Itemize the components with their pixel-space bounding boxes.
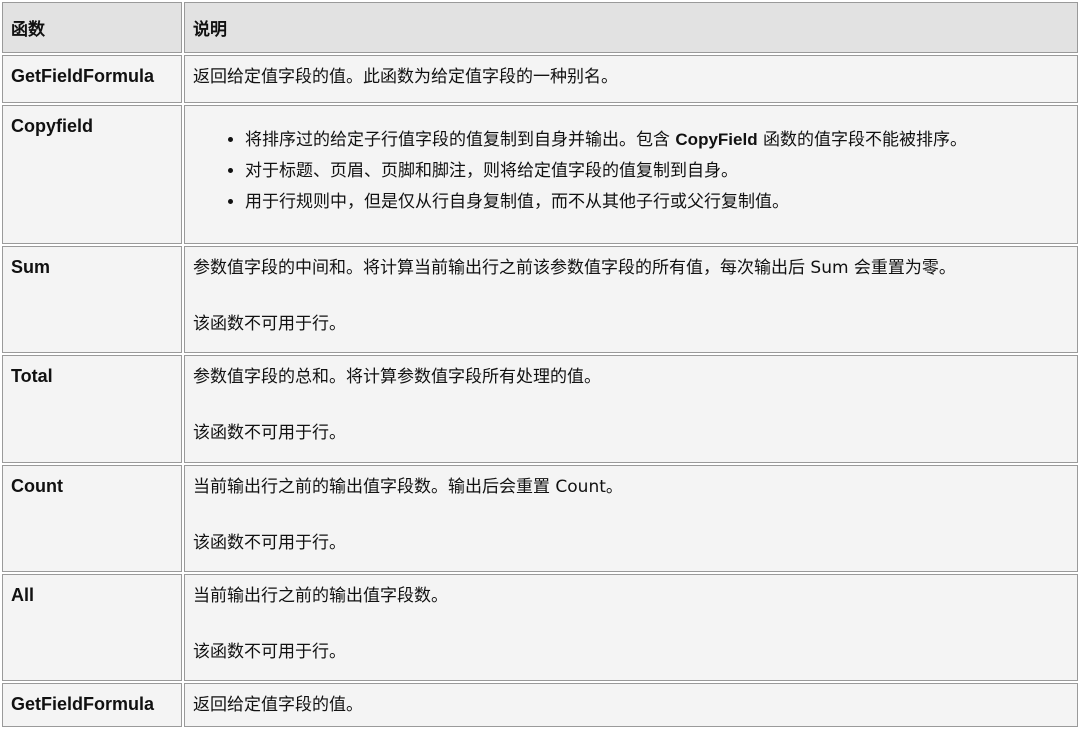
bullet-item: 将排序过的给定子行值字段的值复制到自身并输出。包含 CopyField 函数的值…	[245, 124, 1069, 156]
function-keyword: CopyField	[675, 130, 758, 150]
table-row: Sum 参数值字段的中间和。将计算当前输出行之前该参数值字段的所有值，每次输出后…	[2, 246, 1078, 354]
description-text: 当前输出行之前的输出值字段数。输出后会重置 Count。	[193, 476, 623, 497]
function-name: Count	[2, 464, 182, 572]
function-description: 返回给定值字段的值。此函数为给定值字段的一种别名。	[184, 55, 1078, 104]
function-name: GetFieldFormula	[2, 682, 182, 727]
function-description: 将排序过的给定子行值字段的值复制到自身并输出。包含 CopyField 函数的值…	[184, 105, 1078, 245]
function-description: 参数值字段的中间和。将计算当前输出行之前该参数值字段的所有值，每次输出后 Sum…	[184, 246, 1078, 354]
table-row: GetFieldFormula 返回给定值字段的值。此函数为给定值字段的一种别名…	[2, 55, 1078, 104]
function-description: 参数值字段的总和。将计算参数值字段所有处理的值。 该函数不可用于行。	[184, 355, 1078, 463]
table-header-row: 函数 说明	[2, 2, 1078, 54]
bullet-text: 函数的值字段不能被排序。	[757, 130, 967, 151]
table-row: Count 当前输出行之前的输出值字段数。输出后会重置 Count。 该函数不可…	[2, 464, 1078, 572]
bullet-item: 用于行规则中，但是仅从行自身复制值，而不从其他子行或父行复制值。	[245, 187, 1069, 218]
function-description: 当前输出行之前的输出值字段数。输出后会重置 Count。 该函数不可用于行。	[184, 464, 1078, 572]
table-row: GetFieldFormula 返回给定值字段的值。	[2, 682, 1078, 727]
functions-table: 函数 说明 GetFieldFormula 返回给定值字段的值。此函数为给定值字…	[0, 0, 1080, 729]
header-description: 说明	[184, 2, 1078, 54]
function-name: Sum	[2, 246, 182, 354]
description-text: 当前输出行之前的输出值字段数。	[193, 585, 448, 606]
table-row: Copyfield 将排序过的给定子行值字段的值复制到自身并输出。包含 Copy…	[2, 105, 1078, 245]
table-row: Total 参数值字段的总和。将计算参数值字段所有处理的值。 该函数不可用于行。	[2, 355, 1078, 463]
description-note: 该函数不可用于行。	[193, 314, 346, 335]
description-text: 返回给定值字段的值。	[193, 694, 363, 715]
bullet-item: 对于标题、页眉、页脚和脚注，则将给定值字段的值复制到自身。	[245, 156, 1069, 187]
function-name: GetFieldFormula	[2, 55, 182, 104]
table-row: All 当前输出行之前的输出值字段数。 该函数不可用于行。	[2, 573, 1078, 681]
function-name: All	[2, 573, 182, 681]
function-name: Total	[2, 355, 182, 463]
function-description: 返回给定值字段的值。	[184, 682, 1078, 727]
description-note: 该函数不可用于行。	[193, 423, 346, 444]
description-bullets: 将排序过的给定子行值字段的值复制到自身并输出。包含 CopyField 函数的值…	[193, 124, 1069, 218]
description-text: 参数值字段的总和。将计算参数值字段所有处理的值。	[193, 367, 601, 388]
description-note: 该函数不可用于行。	[193, 532, 346, 553]
function-name: Copyfield	[2, 105, 182, 245]
description-text: 参数值字段的中间和。将计算当前输出行之前该参数值字段的所有值，每次输出后 Sum…	[193, 258, 956, 279]
description-text: 返回给定值字段的值。此函数为给定值字段的一种别名。	[193, 67, 618, 88]
bullet-text: 将排序过的给定子行值字段的值复制到自身并输出。包含	[245, 130, 676, 151]
header-function: 函数	[2, 2, 182, 54]
function-description: 当前输出行之前的输出值字段数。 该函数不可用于行。	[184, 573, 1078, 681]
description-note: 该函数不可用于行。	[193, 641, 346, 662]
